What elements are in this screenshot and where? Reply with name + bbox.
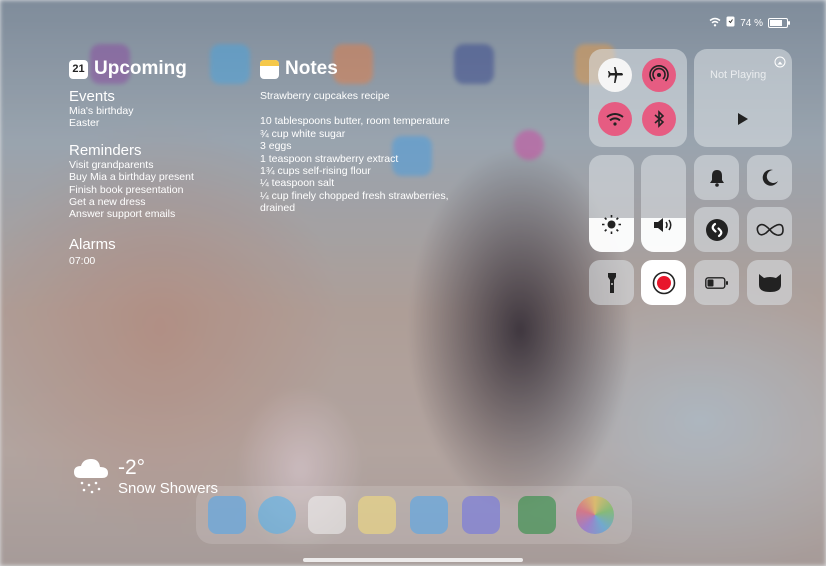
screen-mirroring-button[interactable] (747, 207, 792, 252)
dock-app-mail[interactable] (208, 496, 246, 534)
dock-app-safari[interactable] (258, 496, 296, 534)
reminders-heading: Reminders (69, 141, 142, 159)
notes-title: Notes (285, 58, 338, 79)
dock-app-photos[interactable] (576, 496, 614, 534)
note-line: 3 eggs (260, 140, 292, 153)
ghost-app (514, 130, 544, 160)
dock-app-discord[interactable] (462, 496, 500, 534)
volume-slider[interactable] (641, 155, 686, 252)
airdrop-icon (649, 65, 669, 82)
cat-icon (758, 273, 781, 292)
do-not-disturb-toggle[interactable] (747, 155, 792, 200)
home-indicator[interactable] (303, 558, 523, 562)
bluetooth-icon (654, 110, 665, 128)
low-power-mode-button[interactable] (694, 260, 739, 305)
notes-icon (260, 59, 279, 79)
shazam-icon (705, 218, 728, 241)
airdrop-toggle[interactable] (642, 58, 676, 92)
battery-fill (770, 20, 782, 26)
shazam-button[interactable] (694, 207, 739, 252)
notes-header: Notes (260, 58, 480, 80)
airplay-icon[interactable] (774, 55, 786, 73)
play-icon[interactable] (737, 112, 749, 131)
infinity-icon (756, 223, 784, 236)
note-line: 1 teaspoon strawberry extract (260, 152, 399, 165)
record-icon (652, 271, 675, 294)
airplane-mode-toggle[interactable] (598, 58, 632, 92)
battery-percent: 74 % (740, 17, 763, 29)
wifi-toggle-icon (606, 113, 624, 126)
weather-widget[interactable]: -2° Snow Showers (72, 456, 218, 501)
status-bar: 74 % (709, 16, 790, 30)
upcoming-widget[interactable]: 21 Upcoming Events Mia's birthday Easter… (69, 58, 249, 267)
now-playing-module[interactable]: Not Playing (694, 49, 792, 147)
reminder-item[interactable]: Answer support emails (69, 208, 249, 220)
bluetooth-toggle[interactable] (642, 102, 676, 136)
alarm-item[interactable]: 07:00 (69, 255, 249, 267)
reminder-item[interactable]: Buy Mia a birthday present (69, 171, 249, 183)
dock-app-twitter[interactable] (410, 496, 448, 534)
events-heading: Events (69, 88, 115, 105)
note-line: ¾ cup white sugar (260, 127, 346, 140)
airplane-icon (608, 67, 623, 83)
screen-recording-button[interactable] (641, 260, 686, 305)
event-item[interactable]: Easter (69, 117, 249, 129)
battery-mode-icon (704, 276, 728, 289)
alarms-heading: Alarms (69, 235, 116, 253)
upcoming-header: 21 Upcoming (69, 58, 249, 80)
wifi-icon (709, 17, 721, 30)
note-line: 1¾ cups self-rising flour (260, 165, 371, 178)
brightness-icon (601, 214, 622, 240)
flashlight-button[interactable] (589, 260, 634, 305)
mute-toggle[interactable] (694, 155, 739, 200)
wifi-toggle[interactable] (598, 102, 632, 136)
reminder-item[interactable]: Finish book presentation (69, 184, 249, 196)
reminder-item[interactable]: Visit grandparents (69, 159, 249, 171)
orientation-lock-icon (726, 16, 735, 30)
bell-icon (709, 169, 724, 187)
brightness-slider[interactable] (589, 155, 634, 252)
note-line: ¼ teaspoon salt (260, 177, 335, 190)
moon-icon (762, 169, 778, 186)
snow-cloud-icon (72, 456, 110, 501)
upcoming-title: Upcoming (94, 58, 187, 79)
now-playing-label: Not Playing (710, 69, 767, 81)
note-line: ¼ cup finely chopped fresh strawberries,… (260, 189, 449, 215)
dock-app-notes[interactable] (358, 496, 396, 534)
speaker-icon (653, 217, 675, 238)
note-line: 10 tablespoons butter, room temperature (260, 115, 450, 128)
flashlight-icon (607, 272, 616, 293)
dock-app-calendar[interactable] (308, 496, 346, 534)
notes-widget[interactable]: Notes Strawberry cupcakes recipe 10 tabl… (260, 58, 480, 215)
reminder-item[interactable]: Get a new dress (69, 196, 249, 208)
battery-icon (768, 18, 790, 28)
sound-recognition-button[interactable] (747, 260, 792, 305)
dock (196, 486, 632, 544)
note-title: Strawberry cupcakes recipe (260, 90, 390, 102)
calendar-icon: 21 (69, 59, 88, 79)
event-item[interactable]: Mia's birthday (69, 105, 249, 117)
dock-app-numbers[interactable] (518, 496, 556, 534)
weather-temperature: -2° (118, 456, 146, 479)
